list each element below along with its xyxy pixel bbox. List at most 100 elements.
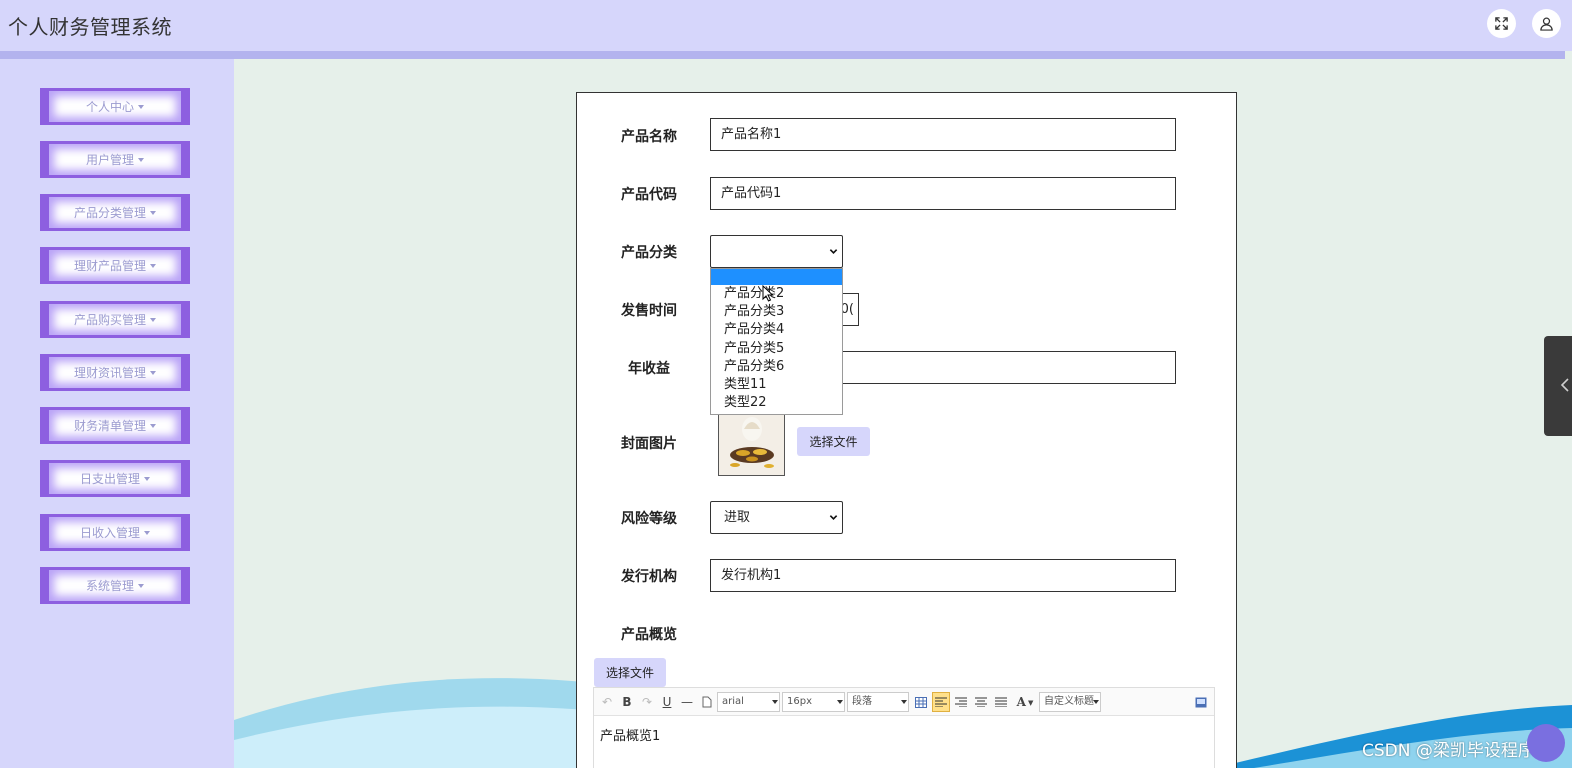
sidebar-item-label: 产品购买管理 — [73, 313, 146, 327]
sidebar-item-label: 日支出管理 — [79, 472, 140, 486]
chevron-down-icon — [138, 157, 144, 162]
product-name-label: 产品名称 — [621, 129, 677, 145]
document-icon[interactable] — [700, 693, 714, 711]
dropdown-option[interactable]: 产品分类4 — [711, 321, 842, 339]
chevron-down-icon — [150, 317, 156, 322]
mouse-cursor-icon — [762, 285, 774, 302]
font-size-value: 16px — [787, 696, 812, 707]
sidebar-item-label: 产品分类管理 — [73, 206, 146, 220]
product-code-label: 产品代码 — [621, 187, 677, 203]
product-code-input[interactable]: 产品代码1 — [710, 177, 1176, 210]
sidebar-item-label: 日收入管理 — [79, 526, 140, 540]
paragraph-select[interactable]: 段落 — [847, 692, 909, 712]
cover-image-thumbnail — [718, 408, 785, 476]
category-dropdown-list: 产品分类2 产品分类3 产品分类4 产品分类5 产品分类6 类型11 类型22 — [710, 268, 843, 415]
sidebar-item-product-purchases[interactable]: 产品购买管理 — [40, 301, 190, 338]
coins-image — [719, 409, 784, 475]
chevron-down-icon — [138, 104, 144, 109]
sidebar-item-label: 理财产品管理 — [73, 259, 146, 273]
bold-icon[interactable]: B — [620, 693, 634, 711]
rich-text-editor: ↶ B ↷ U — arial 16px 段落 A ▼ 自定义标题 产品概览1 — [593, 687, 1215, 768]
align-left-icon[interactable] — [932, 692, 950, 712]
custom-heading-value: 自定义标题 — [1044, 696, 1094, 707]
dropdown-option[interactable]: 类型22 — [711, 394, 842, 412]
sidebar-item-system[interactable]: 系统管理 — [40, 567, 190, 604]
cover-image-label: 封面图片 — [621, 436, 677, 452]
overview-label: 产品概览 — [621, 627, 677, 643]
paragraph-value: 段落 — [852, 696, 872, 707]
font-family-value: arial — [722, 696, 744, 707]
sidebar-item-personal-center[interactable]: 个人中心 — [40, 88, 190, 125]
sidebar-item-label: 财务清单管理 — [73, 419, 146, 433]
product-name-input[interactable]: 产品名称1 — [710, 118, 1176, 151]
fullscreen-button[interactable] — [1487, 9, 1516, 38]
category-label: 产品分类 — [621, 245, 677, 261]
redo-icon[interactable]: ↷ — [640, 693, 654, 711]
sidebar: 个人中心 用户管理 产品分类管理 理财产品管理 产品购买管理 理财资讯管理 财务… — [0, 59, 234, 768]
dropdown-arrow-icon — [1093, 700, 1099, 704]
editor-toolbar: ↶ B ↷ U — arial 16px 段落 A ▼ 自定义标题 — [594, 688, 1214, 716]
chevron-down-icon — [150, 423, 156, 428]
sidebar-item-users[interactable]: 用户管理 — [40, 141, 190, 178]
sidebar-item-daily-expense[interactable]: 日支出管理 — [40, 460, 190, 497]
preview-icon[interactable] — [1194, 693, 1208, 711]
horizontal-rule-icon[interactable]: — — [680, 693, 694, 711]
dropdown-option[interactable] — [711, 269, 842, 285]
user-button[interactable] — [1532, 9, 1561, 38]
editor-content[interactable]: 产品概览1 — [600, 725, 660, 744]
chevron-down-icon — [144, 476, 150, 481]
sidebar-item-label: 个人中心 — [85, 100, 134, 114]
category-select[interactable] — [710, 235, 843, 268]
underline-icon[interactable]: U — [660, 693, 674, 711]
chevron-down-icon — [829, 515, 838, 520]
table-icon[interactable] — [914, 693, 928, 711]
risk-level-selected-value: 进取 — [724, 510, 751, 525]
sidebar-item-label: 用户管理 — [85, 153, 134, 167]
cover-choose-file-button[interactable]: 选择文件 — [797, 427, 870, 456]
sidebar-item-finance-news[interactable]: 理财资讯管理 — [40, 354, 190, 391]
side-panel-toggle[interactable] — [1544, 336, 1572, 436]
chevron-down-icon — [150, 370, 156, 375]
font-size-select[interactable]: 16px — [782, 692, 845, 712]
chevron-left-icon — [1560, 378, 1569, 392]
sidebar-item-product-categories[interactable]: 产品分类管理 — [40, 194, 190, 231]
align-right-icon[interactable] — [954, 693, 968, 711]
dropdown-arrow-icon — [901, 700, 907, 704]
header-divider — [0, 51, 1565, 59]
font-family-select[interactable]: arial — [717, 692, 780, 712]
issuer-label: 发行机构 — [621, 569, 677, 585]
chevron-down-icon — [829, 249, 838, 254]
sale-time-label: 发售时间 — [621, 303, 677, 319]
dropdown-option[interactable]: 产品分类5 — [711, 340, 842, 358]
sidebar-item-wealth-products[interactable]: 理财产品管理 — [40, 247, 190, 284]
chevron-down-icon — [138, 583, 144, 588]
user-icon — [1540, 17, 1553, 31]
dropdown-arrow-icon — [772, 700, 778, 704]
dropdown-option[interactable]: 产品分类2 — [711, 285, 842, 303]
risk-level-label: 风险等级 — [621, 511, 677, 527]
risk-level-select[interactable]: 进取 — [710, 501, 843, 534]
align-justify-icon[interactable] — [994, 693, 1008, 711]
overview-choose-file-button[interactable]: 选择文件 — [594, 658, 666, 687]
align-center-icon[interactable] — [974, 693, 988, 711]
watermark-text: CSDN @梁凯毕设程序 — [1362, 741, 1535, 761]
sidebar-item-finance-lists[interactable]: 财务清单管理 — [40, 407, 190, 444]
chevron-down-icon — [150, 263, 156, 268]
sidebar-item-daily-income[interactable]: 日收入管理 — [40, 514, 190, 551]
dropdown-option[interactable]: 产品分类6 — [711, 358, 842, 376]
sidebar-item-label: 理财资讯管理 — [73, 366, 146, 380]
font-color-icon[interactable]: A ▼ — [1014, 693, 1036, 711]
dropdown-arrow-icon — [837, 700, 843, 704]
custom-heading-select[interactable]: 自定义标题 — [1039, 692, 1101, 712]
issuer-input[interactable]: 发行机构1 — [710, 559, 1176, 592]
dropdown-option[interactable]: 类型11 — [711, 376, 842, 394]
top-header: 个人财务管理系统 — [0, 0, 1572, 51]
expand-arrows-icon — [1495, 17, 1508, 30]
dropdown-option[interactable]: 产品分类3 — [711, 303, 842, 321]
chevron-down-icon — [144, 530, 150, 535]
undo-icon[interactable]: ↶ — [600, 693, 614, 711]
floating-action-button[interactable] — [1527, 724, 1565, 762]
sidebar-item-label: 系统管理 — [85, 579, 134, 593]
chevron-down-icon — [150, 210, 156, 215]
app-title: 个人财务管理系统 — [8, 15, 172, 39]
